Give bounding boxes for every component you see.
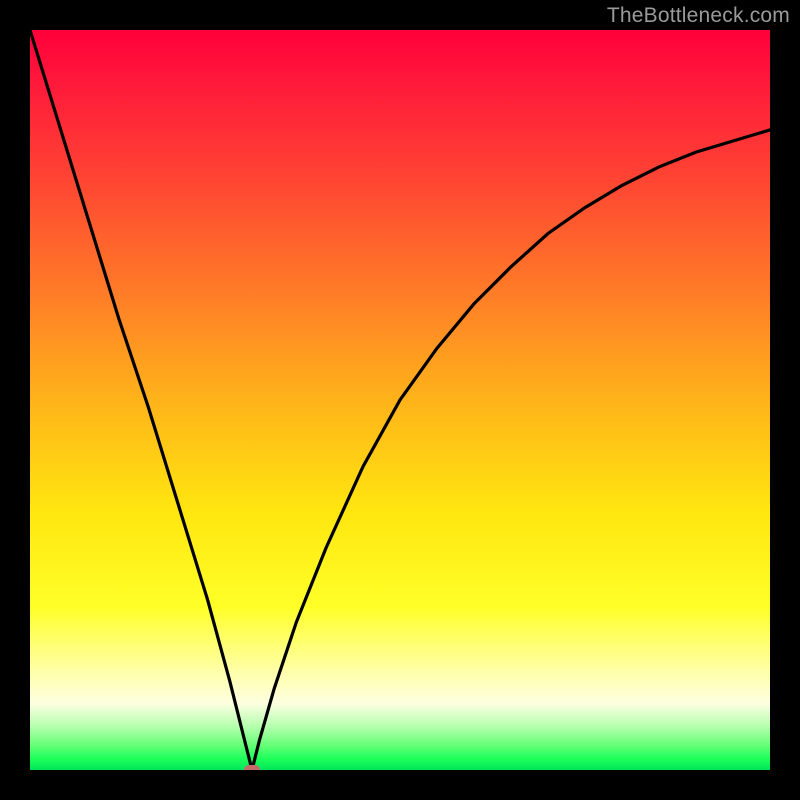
watermark-text: TheBottleneck.com bbox=[607, 4, 790, 28]
plot-area bbox=[30, 30, 770, 770]
chart-frame: TheBottleneck.com bbox=[0, 0, 800, 800]
bottleneck-curve bbox=[30, 30, 770, 770]
optimal-point-marker bbox=[244, 765, 260, 770]
